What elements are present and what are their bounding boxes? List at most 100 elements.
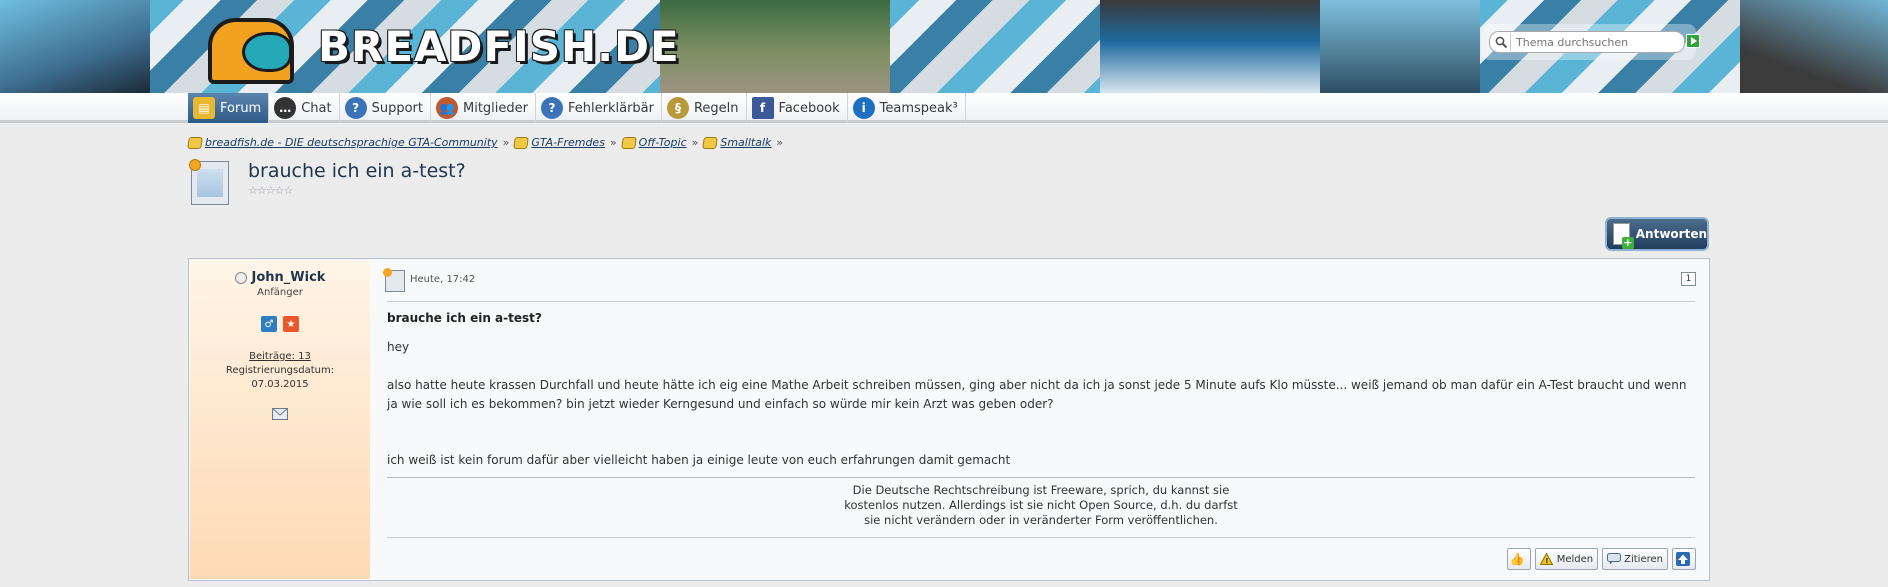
logo-icon[interactable] xyxy=(188,10,298,88)
banner-scene xyxy=(1100,0,1320,93)
signature-line: Die Deutsche Rechtschreibung ist Freewar… xyxy=(852,483,1230,497)
user-row: John_Wick xyxy=(190,270,370,285)
banner-scene xyxy=(0,0,150,93)
new-post-indicator-icon xyxy=(383,268,392,277)
signature-divider xyxy=(387,477,1695,478)
offline-status-icon xyxy=(234,271,247,284)
divider xyxy=(387,301,1695,302)
nav-label: Forum xyxy=(220,100,262,116)
new-indicator-icon xyxy=(189,159,201,171)
main-nav-bar: ▤ Forum … Chat ? Support 👥 Mitglieder ? … xyxy=(0,93,1888,123)
like-button[interactable]: 👍 xyxy=(1506,548,1531,570)
breadcrumb-separator: » xyxy=(502,136,510,149)
post-text: hey xyxy=(387,340,410,354)
user-reg-label: Registrierungsdatum: xyxy=(225,365,335,376)
post-actions: 👍 ! Melden Zitieren xyxy=(1506,548,1696,570)
user-badges: ♂ ★ xyxy=(190,316,370,332)
user-post-count[interactable]: Beiträge: 13 xyxy=(190,350,370,364)
breadcrumb: breadfish.de - DIE deutschsprachige GTA-… xyxy=(187,136,788,149)
nav-label: Mitglieder xyxy=(463,100,528,116)
nav-label: Fehlerklärbär xyxy=(568,100,654,116)
logo-text[interactable]: BREADFISH.DE xyxy=(318,22,680,71)
star-badge-icon: ★ xyxy=(283,316,299,332)
facebook-icon: f xyxy=(751,97,774,119)
new-reply-icon xyxy=(1613,223,1634,249)
quote-icon xyxy=(1607,552,1622,566)
search-box xyxy=(1482,24,1696,60)
post-text: also hatte heute krassen Durchfall und h… xyxy=(387,378,1687,411)
folder-icon xyxy=(620,136,637,149)
breadcrumb-link-smalltalk[interactable]: Smalltalk xyxy=(720,136,771,149)
search-input[interactable] xyxy=(1516,35,1666,49)
user-rank: Anfänger xyxy=(257,287,303,298)
warning-icon: ! xyxy=(1540,552,1554,566)
breadcrumb-link-home[interactable]: breadfish.de - DIE deutschsprachige GTA-… xyxy=(205,136,498,149)
nav-label: Facebook xyxy=(778,100,840,116)
signature-line: sie nicht verändern oder in veränderter … xyxy=(864,513,1218,527)
rating-stars-icon[interactable]: ☆☆☆☆☆ xyxy=(248,184,293,197)
post-content: Heute, 17:42 1 brauche ich ein a-test? h… xyxy=(375,259,1710,580)
paragraph-icon: § xyxy=(666,97,689,119)
nav-fehlerklaerbaer[interactable]: ? Fehlerklärbär xyxy=(536,93,662,123)
search-field xyxy=(1489,31,1685,53)
header-banner: BREADFISH.DE xyxy=(0,0,1888,93)
help-icon: ? xyxy=(541,97,563,119)
post-date: Heute, 17:42 xyxy=(410,274,476,285)
scroll-top-button[interactable] xyxy=(1672,548,1696,570)
user-reg-date: 07.03.2015 xyxy=(251,379,309,390)
nav-support[interactable]: ? Support xyxy=(340,93,431,123)
page-title: brauche ich ein a-test? xyxy=(248,160,466,182)
report-button[interactable]: ! Melden xyxy=(1534,548,1599,570)
thumbs-up-icon: 👍 xyxy=(1509,552,1525,566)
search-submit-button[interactable] xyxy=(1686,34,1700,48)
nav-teamspeak[interactable]: i Teamspeak³ xyxy=(848,93,966,123)
nav-label: Teamspeak³ xyxy=(879,100,958,116)
nav-facebook[interactable]: f Facebook xyxy=(747,93,848,123)
post: John_Wick Anfänger ♂ ★ Beiträge: 13 Regi… xyxy=(188,258,1710,581)
divider xyxy=(387,537,1695,538)
nav-label: Support xyxy=(371,100,423,116)
breadcrumb-separator: » xyxy=(691,136,699,149)
help-icon: ? xyxy=(344,97,367,119)
quote-button-label: Zitieren xyxy=(1624,553,1663,565)
post-user-sidebar: John_Wick Anfänger ♂ ★ Beiträge: 13 Regi… xyxy=(190,260,370,579)
male-gender-icon: ♂ xyxy=(261,316,277,332)
post-title: brauche ich ein a-test? xyxy=(387,311,542,325)
quote-button[interactable]: Zitieren xyxy=(1602,548,1668,570)
members-icon: 👥 xyxy=(436,97,458,119)
nav-regeln[interactable]: § Regeln xyxy=(662,93,747,123)
private-message-icon[interactable] xyxy=(272,408,288,420)
report-button-label: Melden xyxy=(1556,553,1594,565)
user-stats: Beiträge: 13 Registrierungsdatum: 07.03.… xyxy=(190,350,370,392)
breadcrumb-item: Off-Topic xyxy=(620,136,687,149)
banner-scene xyxy=(1740,0,1888,93)
svg-text:!: ! xyxy=(1545,557,1548,565)
breadcrumb-item: breadfish.de - DIE deutschsprachige GTA-… xyxy=(187,136,498,149)
info-icon: i xyxy=(852,97,875,119)
nav-chat[interactable]: … Chat xyxy=(269,93,340,123)
post-permalink[interactable]: 1 xyxy=(1681,272,1696,286)
post-body: hey also hatte heute krassen Durchfall u… xyxy=(387,338,1697,470)
chat-icon: … xyxy=(274,97,297,119)
post-text: ich weiß ist kein forum dafür aber viell… xyxy=(387,453,1011,467)
breadcrumb-item: GTA-Fremdes xyxy=(513,136,605,149)
signature-line: kostenlos nutzen. Allerdings ist sie nic… xyxy=(844,498,1238,512)
breadcrumb-separator: » xyxy=(776,136,784,149)
breadcrumb-separator: » xyxy=(609,136,617,149)
folder-icon xyxy=(187,136,203,149)
username[interactable]: John_Wick xyxy=(252,270,326,285)
banner-scene xyxy=(660,0,890,93)
nav-mitglieder[interactable]: 👥 Mitglieder xyxy=(431,93,536,123)
breadcrumb-item: Smalltalk xyxy=(702,136,771,149)
breadcrumb-link-off-topic[interactable]: Off-Topic xyxy=(639,136,687,149)
signature: Die Deutsche Rechtschreibung ist Freewar… xyxy=(387,483,1695,528)
folder-icon xyxy=(513,136,530,149)
post-header: Heute, 17:42 1 xyxy=(375,259,1710,301)
nav-forum[interactable]: ▤ Forum xyxy=(188,93,270,123)
forum-icon: ▤ xyxy=(193,97,215,119)
breadcrumb-link-gta-fremdes[interactable]: GTA-Fremdes xyxy=(531,136,605,149)
reply-button-label: Antworten xyxy=(1635,227,1707,241)
reply-button[interactable]: Antworten xyxy=(1605,217,1709,251)
nav-label: Chat xyxy=(301,100,332,116)
nav-label: Regeln xyxy=(693,100,739,116)
